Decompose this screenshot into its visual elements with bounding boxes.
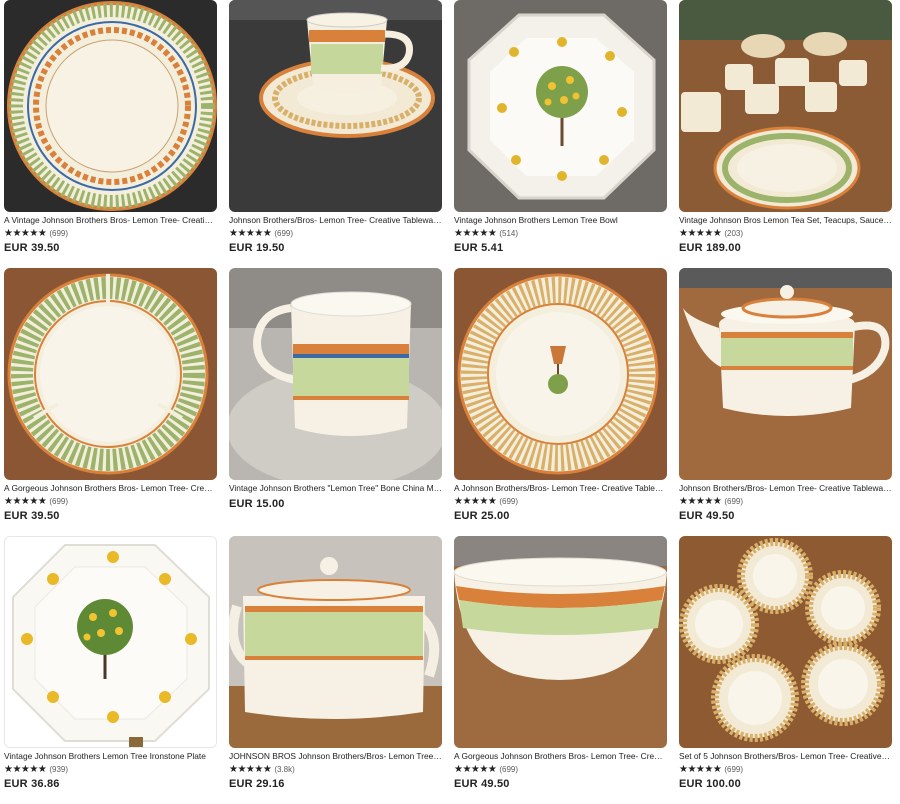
product-card[interactable]: Johnson Brothers/Bros- Lemon Tree- Creat… [679,268,892,536]
review-count: (3.8k) [274,765,295,774]
product-price: EUR 25.00 [454,510,510,522]
product-image[interactable] [4,0,217,212]
product-image[interactable] [229,536,442,748]
product-price: EUR 189.00 [679,242,741,254]
product-rating: ★★★★★ (699) [229,228,442,239]
product-title[interactable]: A Johnson Brothers/Bros- Lemon Tree- Cre… [454,483,667,494]
product-rating: ★★★★★ (699) [4,496,217,507]
star-rating-icon: ★★★★★ [679,228,722,239]
product-image[interactable] [4,536,217,748]
product-price: EUR 36.86 [4,778,60,790]
product-image[interactable] [454,0,667,212]
product-image[interactable] [454,268,667,480]
dinner-plate-icon [4,268,217,480]
star-rating-icon: ★★★★★ [679,496,722,507]
product-rating: ★★★★★ (699) [454,496,667,507]
product-image[interactable] [679,268,892,480]
product-rating: ★★★★★ (699) [4,228,217,239]
product-image[interactable] [229,0,442,212]
product-grid: A Vintage Johnson Brothers Bros- Lemon T… [4,0,894,804]
product-price: EUR 29.16 [229,778,285,790]
teapot-icon [229,536,442,748]
product-card[interactable]: Johnson Brothers/Bros- Lemon Tree- Creat… [229,0,442,268]
product-rating: ★★★★★ (699) [679,764,892,775]
teapot-icon [679,268,892,480]
star-rating-icon: ★★★★★ [454,228,497,239]
product-card[interactable]: A Johnson Brothers/Bros- Lemon Tree- Cre… [454,268,667,536]
mug-icon [229,268,442,480]
product-price: EUR 39.50 [4,242,60,254]
star-rating-icon: ★★★★★ [454,764,497,775]
product-rating: ★★★★★ (699) [679,496,892,507]
product-rating: ★★★★★ (699) [454,764,667,775]
dinner-plate-icon [4,0,217,212]
octagonal-plate-icon [5,537,216,747]
review-count: (203) [724,229,744,238]
product-card[interactable]: JOHNSON BROS Johnson Brothers/Bros- Lemo… [229,536,442,804]
product-title[interactable]: Set of 5 Johnson Brothers/Bros- Lemon Tr… [679,751,892,762]
product-title[interactable]: JOHNSON BROS Johnson Brothers/Bros- Lemo… [229,751,442,762]
product-title[interactable]: A Gorgeous Johnson Brothers Bros- Lemon … [4,483,217,494]
star-rating-icon: ★★★★★ [229,228,272,239]
product-image[interactable] [229,268,442,480]
octagonal-bowl-icon [454,0,667,212]
product-card[interactable]: Vintage Johnson Bros Lemon Tea Set, Teac… [679,0,892,268]
review-count: (699) [724,765,744,774]
product-card[interactable]: Set of 5 Johnson Brothers/Bros- Lemon Tr… [679,536,892,804]
product-title[interactable]: Vintage Johnson Brothers Lemon Tree Bowl [454,215,667,226]
product-card[interactable]: A Gorgeous Johnson Brothers Bros- Lemon … [4,268,217,536]
product-image[interactable] [679,0,892,212]
serving-bowl-icon [454,536,667,748]
product-rating: ★★★★★ (939) [4,764,217,775]
product-title[interactable]: Johnson Brothers/Bros- Lemon Tree- Creat… [679,483,892,494]
review-count: (939) [49,765,69,774]
star-rating-icon: ★★★★★ [679,764,722,775]
product-card[interactable]: Vintage Johnson Brothers Lemon Tree Bowl… [454,0,667,268]
product-card[interactable]: A Gorgeous Johnson Brothers Bros- Lemon … [454,536,667,804]
review-count: (699) [49,229,69,238]
product-price: EUR 19.50 [229,242,285,254]
product-title[interactable]: A Vintage Johnson Brothers Bros- Lemon T… [4,215,217,226]
star-rating-icon: ★★★★★ [4,764,47,775]
product-image[interactable] [4,268,217,480]
review-count: (699) [274,229,294,238]
product-title[interactable]: Vintage Johnson Brothers Lemon Tree Iron… [4,751,217,762]
lattice-plate-icon [454,268,667,480]
product-title[interactable]: Johnson Brothers/Bros- Lemon Tree- Creat… [229,215,442,226]
product-title[interactable]: Vintage Johnson Brothers "Lemon Tree" Bo… [229,483,442,494]
product-price: EUR 15.00 [229,498,285,510]
product-card[interactable]: A Vintage Johnson Brothers Bros- Lemon T… [4,0,217,268]
star-rating-icon: ★★★★★ [454,496,497,507]
product-rating: ★★★★★ (514) [454,228,667,239]
product-price: EUR 49.50 [679,510,735,522]
product-price: EUR 39.50 [4,510,60,522]
review-count: (699) [724,497,744,506]
bowl-set-icon [679,536,892,748]
star-rating-icon: ★★★★★ [229,764,272,775]
review-count: (514) [499,229,519,238]
product-price: EUR 100.00 [679,778,741,790]
product-image[interactable] [679,536,892,748]
product-rating: ★★★★★ (3.8k) [229,764,442,775]
product-title[interactable]: Vintage Johnson Bros Lemon Tea Set, Teac… [679,215,892,226]
cup-and-saucer-icon [229,0,442,212]
product-title[interactable]: A Gorgeous Johnson Brothers Bros- Lemon … [454,751,667,762]
review-count: (699) [49,497,69,506]
product-price: EUR 5.41 [454,242,504,254]
product-image[interactable] [454,536,667,748]
star-rating-icon: ★★★★★ [4,496,47,507]
review-count: (699) [499,497,519,506]
product-card[interactable]: Vintage Johnson Brothers "Lemon Tree" Bo… [229,268,442,536]
product-rating: ★★★★★ (203) [679,228,892,239]
tea-set-icon [679,0,892,212]
product-card[interactable]: Vintage Johnson Brothers Lemon Tree Iron… [4,536,217,804]
review-count: (699) [499,765,519,774]
product-price: EUR 49.50 [454,778,510,790]
star-rating-icon: ★★★★★ [4,228,47,239]
